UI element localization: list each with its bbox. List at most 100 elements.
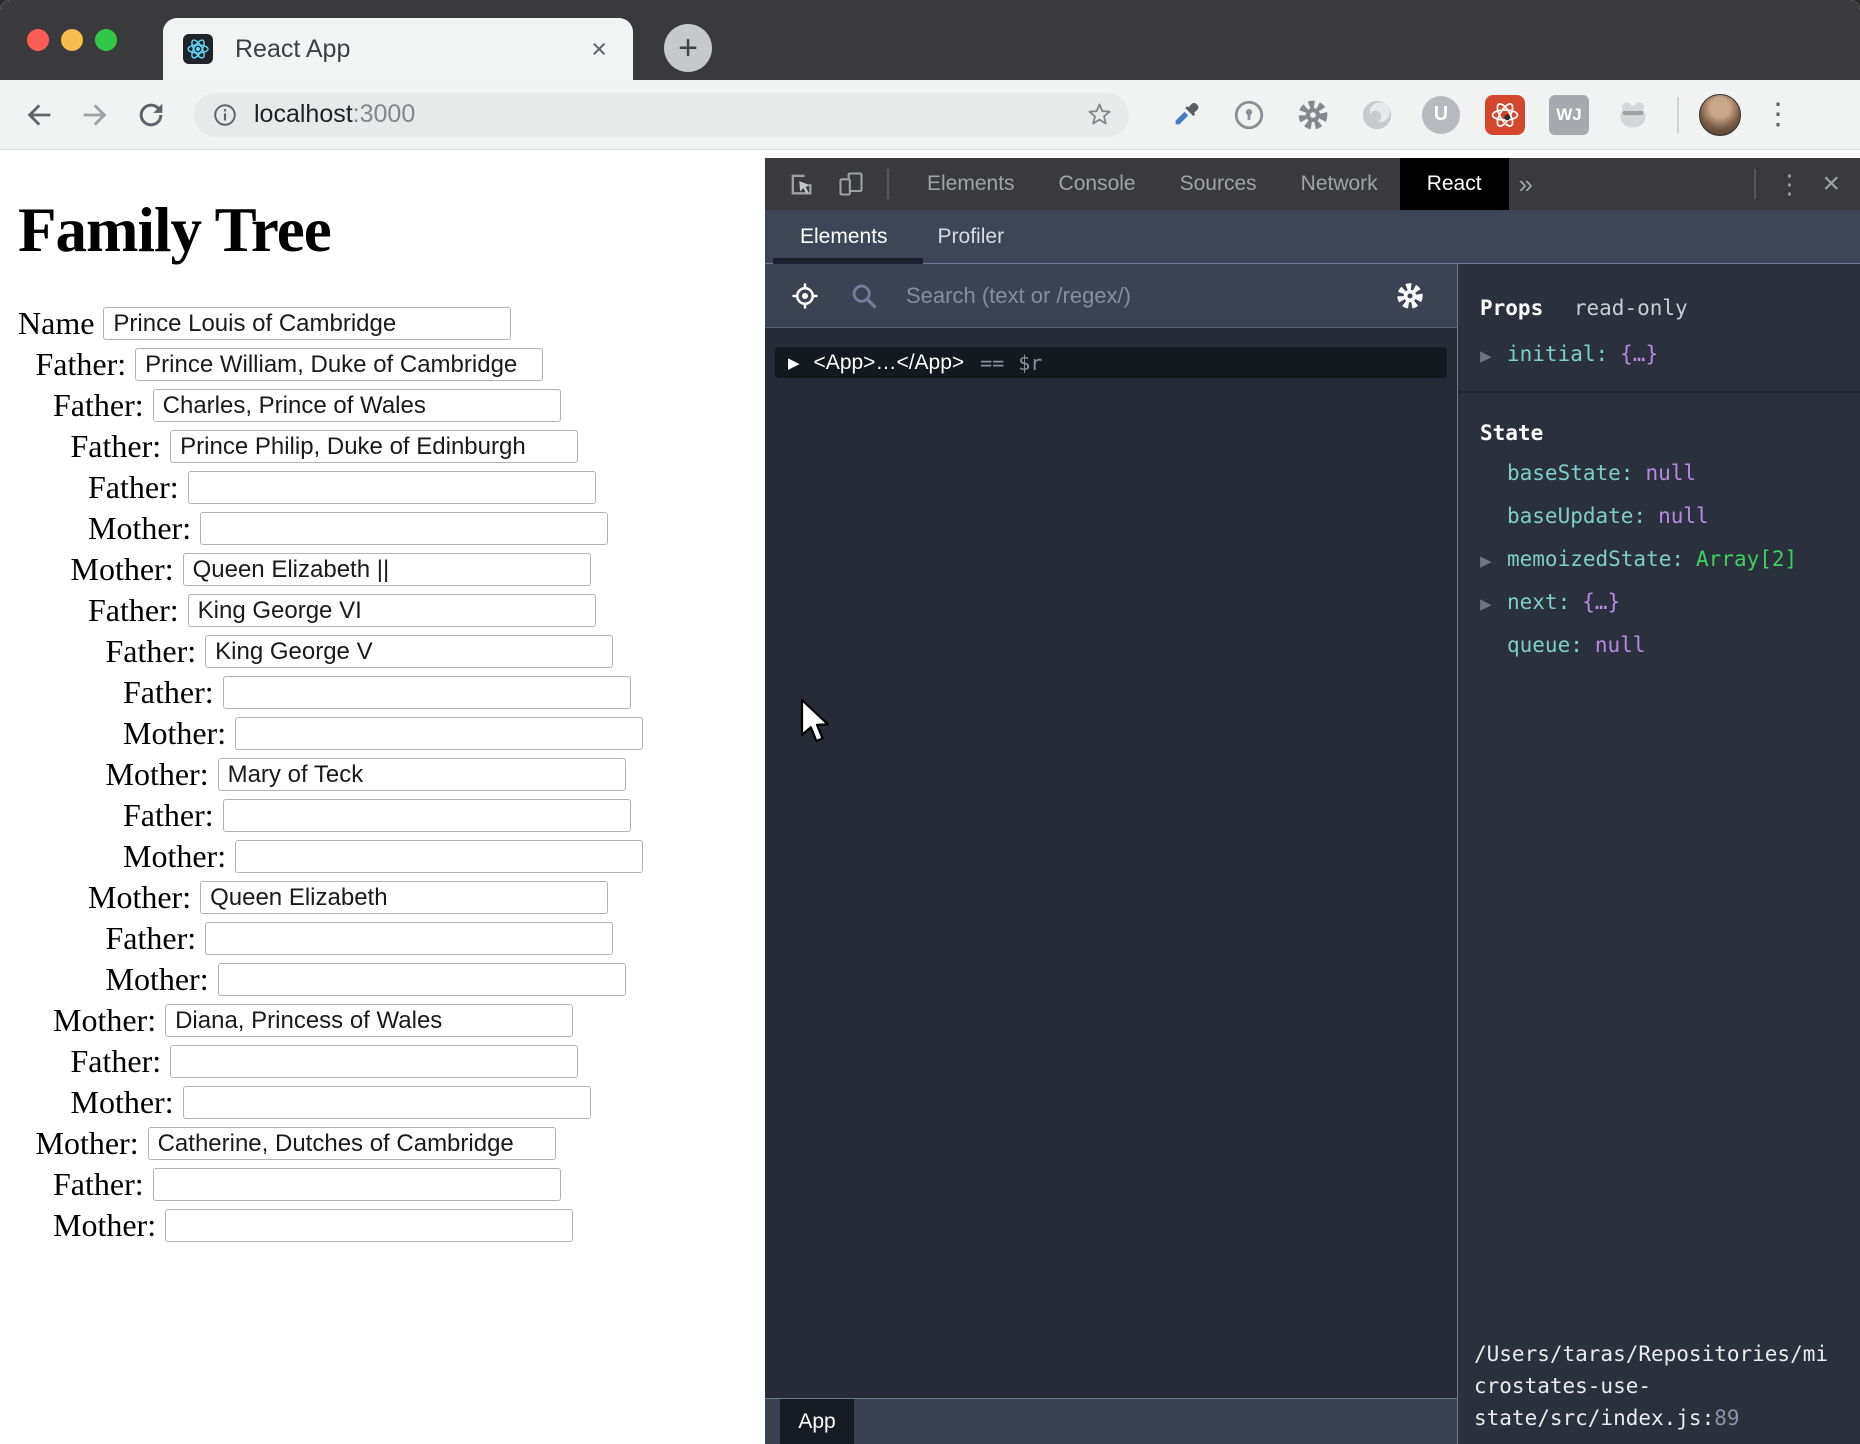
- react-devtools-extension-icon[interactable]: [1483, 93, 1527, 137]
- father-input[interactable]: [153, 389, 561, 422]
- tab-title: React App: [235, 35, 350, 64]
- devtools-top-gap: [765, 150, 1860, 158]
- triangle-right-icon[interactable]: ▶: [788, 354, 800, 372]
- father-input[interactable]: [205, 922, 613, 955]
- field-label: Father:: [106, 633, 197, 670]
- profile-avatar[interactable]: [1699, 94, 1741, 136]
- form-row: Father:: [71, 426, 766, 467]
- mother-input[interactable]: [183, 553, 591, 586]
- u-circle-icon[interactable]: U: [1419, 93, 1463, 137]
- browser-tab[interactable]: React App ×: [163, 18, 633, 80]
- chevron-double-right-icon[interactable]: »: [1519, 169, 1533, 200]
- state-row[interactable]: ▶baseState:null: [1480, 461, 1860, 488]
- props-state-panel: Props read-only ▶initial:{…} State: [1457, 264, 1860, 1444]
- reload-icon[interactable]: [134, 98, 168, 132]
- devtools-tab-sources[interactable]: Sources: [1158, 158, 1279, 210]
- father-input[interactable]: [223, 799, 631, 832]
- component-row-app[interactable]: ▶ <App>…</App> == $r: [775, 347, 1447, 378]
- form-row: Mother:: [88, 877, 765, 918]
- form-row: Mother:: [106, 754, 766, 795]
- gear-icon[interactable]: [1291, 93, 1335, 137]
- star-icon[interactable]: [1086, 101, 1113, 128]
- source-line-number: 89: [1714, 1406, 1739, 1430]
- field-label: Mother:: [71, 1084, 174, 1121]
- triangle-right-icon[interactable]: ▶: [1480, 593, 1507, 617]
- keyhole-circle-icon[interactable]: [1227, 93, 1271, 137]
- react-devtools-subtabs: Elements Profiler: [765, 210, 1860, 264]
- form-row: Mother:: [71, 549, 766, 590]
- browser-window: React App × + localhost:3000: [0, 0, 1860, 1444]
- triangle-right-icon[interactable]: ▶: [1480, 345, 1507, 369]
- page-content: Family Tree Name Father: Father:: [0, 151, 765, 1444]
- mother-input[interactable]: [235, 840, 643, 873]
- close-icon[interactable]: ×: [591, 34, 607, 65]
- devtools-tab-console[interactable]: Console: [1037, 158, 1158, 210]
- field-label: Father:: [123, 797, 214, 834]
- url-bar[interactable]: localhost:3000: [194, 93, 1129, 137]
- forward-arrow-icon[interactable]: [78, 98, 112, 132]
- url-port: :3000: [353, 100, 416, 128]
- father-input[interactable]: [135, 348, 543, 381]
- info-icon[interactable]: [212, 102, 238, 128]
- mother-input[interactable]: [200, 881, 608, 914]
- devtools-tab-react[interactable]: React: [1400, 158, 1509, 210]
- father-input[interactable]: [153, 1168, 561, 1201]
- tab-react-profiler[interactable]: Profiler: [938, 225, 1005, 249]
- father-input[interactable]: [205, 635, 613, 668]
- minimize-window-button[interactable]: [61, 29, 83, 51]
- form-row: Mother:: [36, 1123, 766, 1164]
- device-toolbar-icon[interactable]: [837, 170, 865, 198]
- mother-input[interactable]: [218, 758, 626, 791]
- mother-input[interactable]: [148, 1127, 556, 1160]
- close-window-button[interactable]: [27, 29, 49, 51]
- close-icon[interactable]: ×: [1822, 167, 1840, 201]
- props-row[interactable]: ▶initial:{…}: [1480, 342, 1860, 369]
- back-arrow-icon[interactable]: [22, 98, 56, 132]
- tab-react-elements[interactable]: Elements: [800, 225, 888, 249]
- mother-input[interactable]: [165, 1209, 573, 1242]
- kebab-menu-icon[interactable]: ⋮: [1763, 100, 1793, 130]
- source-file-path[interactable]: /Users/taras/Repositories/microstates-us…: [1474, 1338, 1832, 1434]
- url-text: localhost:3000: [254, 100, 415, 129]
- form-row: Mother:: [88, 508, 765, 549]
- field-label: Father:: [88, 469, 179, 506]
- family-tree-form: Name Father: Father: Father:: [0, 303, 765, 1246]
- breadcrumb-app[interactable]: App: [780, 1399, 854, 1444]
- mother-input[interactable]: [165, 1004, 573, 1037]
- zoom-window-button[interactable]: [95, 29, 117, 51]
- new-tab-button[interactable]: +: [664, 24, 712, 72]
- inspect-element-icon[interactable]: [787, 170, 815, 198]
- devtools-tab-network[interactable]: Network: [1279, 158, 1400, 210]
- swirl-icon[interactable]: [1355, 93, 1399, 137]
- mother-input[interactable]: [218, 963, 626, 996]
- state-row[interactable]: ▶memoizedState:Array[2]: [1480, 547, 1860, 574]
- gear-icon[interactable]: [1395, 281, 1425, 311]
- state-row[interactable]: ▶baseUpdate:null: [1480, 504, 1860, 531]
- father-input[interactable]: [170, 1045, 578, 1078]
- father-input[interactable]: [223, 676, 631, 709]
- father-input[interactable]: [170, 430, 578, 463]
- locate-target-icon[interactable]: [790, 281, 820, 311]
- form-row: Father:: [36, 344, 766, 385]
- field-label: Mother:: [123, 715, 226, 752]
- state-row[interactable]: ▶next:{…}: [1480, 590, 1860, 617]
- field-label: Father:: [71, 428, 162, 465]
- state-row[interactable]: ▶queue:null: [1480, 633, 1860, 660]
- wj-extension-icon[interactable]: WJ: [1547, 93, 1591, 137]
- component-tree: ▶ <App>…</App> == $r: [765, 328, 1457, 1398]
- father-input[interactable]: [188, 471, 596, 504]
- form-row: Mother:: [53, 1000, 765, 1041]
- eyedropper-icon[interactable]: [1163, 93, 1207, 137]
- ember-extension-icon[interactable]: [1611, 93, 1655, 137]
- state-header: State: [1480, 421, 1860, 445]
- name-input[interactable]: [103, 307, 511, 340]
- devtools-tab-elements[interactable]: Elements: [905, 158, 1037, 210]
- kebab-menu-icon[interactable]: ⋮: [1776, 169, 1802, 200]
- triangle-right-icon[interactable]: ▶: [1480, 550, 1507, 574]
- mother-input[interactable]: [235, 717, 643, 750]
- search-input[interactable]: [904, 282, 1324, 310]
- father-input[interactable]: [188, 594, 596, 627]
- mother-input[interactable]: [200, 512, 608, 545]
- search-icon: [850, 282, 878, 310]
- mother-input[interactable]: [183, 1086, 591, 1119]
